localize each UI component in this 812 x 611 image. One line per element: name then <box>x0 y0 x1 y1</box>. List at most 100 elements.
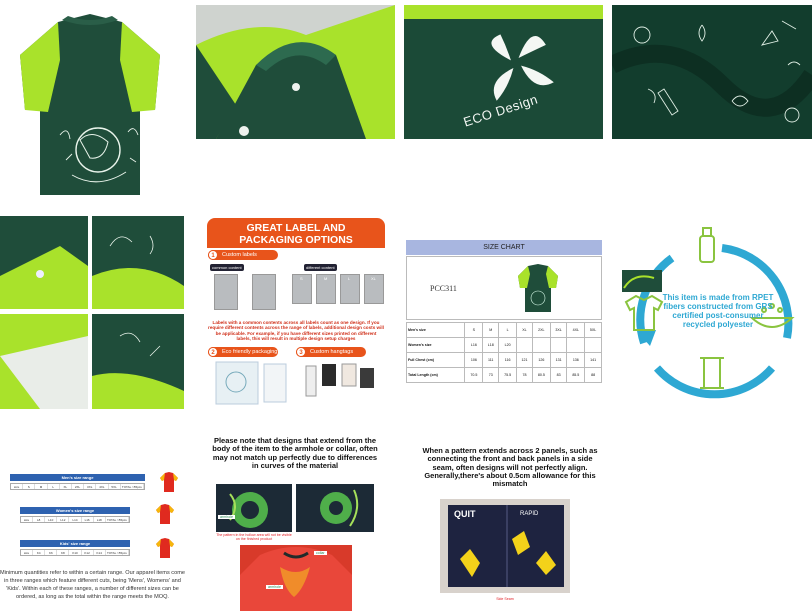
label-tag-common <box>214 274 238 310</box>
kids-range-title: Kids' size range <box>20 540 130 547</box>
women-range-row: size L8 L10 L12 L14 L16 L18 TOTAL >55pcs <box>20 516 130 523</box>
size-cell: TOTAL >55pcs <box>106 550 129 555</box>
table-cell <box>515 337 533 353</box>
table-cell: 106 <box>464 352 484 368</box>
size-cell: 4XL <box>96 484 109 489</box>
table-row: Men's size S M L XL 2XL 3XL 4XL 5XL <box>405 322 602 338</box>
table-cell: 73 <box>482 367 500 383</box>
table-cell: 70.5 <box>464 367 484 383</box>
table-cell: 4XL <box>566 322 586 338</box>
section-number: 3 <box>296 347 306 357</box>
table-cell: 121 <box>515 352 533 368</box>
table-cell: XL <box>515 322 533 338</box>
size-cell: L <box>48 484 60 489</box>
eco-logo-image[interactable]: ECO Design <box>404 5 603 139</box>
table-cell: 116 <box>498 352 517 368</box>
table-cell: 131 <box>549 352 568 368</box>
armhole-collar-note-panel[interactable]: Please note that designs that extend fro… <box>210 437 380 611</box>
size-chart-panel[interactable]: SIZE CHART PCC311 Men's size S M L XL 2X… <box>404 240 603 387</box>
table-cell: 126 <box>531 352 551 368</box>
section-label: Eco friendly packaging <box>222 349 278 355</box>
size-cell: L8 <box>33 517 46 522</box>
section-custom-labels: 1 Custom labels <box>208 250 278 260</box>
fabric-pattern-image[interactable] <box>612 5 812 139</box>
section-custom-hangtags: 3 Custom hangtags <box>296 347 366 357</box>
size-cell: TOTAL >55pcs <box>106 517 129 522</box>
common-content-caption: common content <box>210 264 244 271</box>
size-range-panel[interactable]: Men's size range size S M L XL 2XL 3XL 4… <box>0 470 185 605</box>
size-cell: S <box>23 484 36 489</box>
label-title-line1: GREAT LABEL AND <box>246 222 346 234</box>
fabric-doodle-illustration <box>612 5 812 139</box>
size-cell: K4 <box>33 550 46 555</box>
armhole-tag-2: armhole <box>266 585 283 589</box>
table-cell: M <box>482 322 500 338</box>
row-label: Total Length (cm) <box>405 367 466 383</box>
label-packaging-panel[interactable]: GREAT LABEL AND PACKAGING OPTIONS 1 Cust… <box>204 216 388 409</box>
minimum-quantity-note: Minimum quantities refer to within a cer… <box>0 570 185 600</box>
table-cell: 85.5 <box>566 367 586 383</box>
table-cell <box>566 337 586 353</box>
collar-tag: collar <box>314 551 327 555</box>
collar-closeup-image[interactable] <box>196 5 395 139</box>
size-cell: TOTAL >55pcs <box>121 484 145 489</box>
table-cell: 136 <box>566 352 586 368</box>
section-number: 1 <box>208 250 218 260</box>
size-cell: 2XL <box>72 484 85 489</box>
section-number: 2 <box>208 347 218 357</box>
table-cell: 83 <box>549 367 568 383</box>
table-cell: 80.5 <box>531 367 551 383</box>
size-cell: K10 <box>69 550 82 555</box>
kids-shirt-icon <box>156 538 174 558</box>
eco-recycle-panel[interactable]: This item is made from RPET fibers const… <box>612 218 812 408</box>
kids-range-row: size K4 K6 K8 K10 K12 K14 TOTAL >55pcs <box>20 549 130 556</box>
size-cell: K12 <box>82 550 94 555</box>
label-tag-common <box>252 274 276 310</box>
table-cell <box>549 337 568 353</box>
table-cell: 111 <box>482 352 500 368</box>
hollow-area-caption: The pattern in the hollow area will not … <box>216 533 292 541</box>
label-warning-text: Labels with a common contents across all… <box>208 320 384 342</box>
size-cell: 3XL <box>84 484 97 489</box>
shirt-back-image[interactable] <box>0 0 180 205</box>
packaging-bag-image <box>215 361 287 405</box>
table-cell <box>531 337 551 353</box>
men-shirt-icon <box>160 472 178 492</box>
table-cell: 88 <box>584 367 602 383</box>
row-label: Women's size <box>405 337 466 353</box>
table-cell: L <box>498 322 517 338</box>
eco-leaf-logo-icon <box>404 5 603 139</box>
spool-icon <box>700 357 724 389</box>
side-seam-note-panel[interactable]: When a pattern extends across 2 panels, … <box>420 447 600 607</box>
side-seam-note-title: When a pattern extends across 2 panels, … <box>422 447 598 489</box>
shirt-word-quit: QUIT <box>454 509 476 519</box>
table-cell: 3XL <box>549 322 568 338</box>
size-chart-shirt-image <box>518 264 558 312</box>
product-code: PCC311 <box>430 284 457 293</box>
table-cell: 141 <box>584 352 602 368</box>
tag-size-m: M <box>324 276 328 281</box>
armhole-photo <box>216 484 292 532</box>
table-row: Total Length (cm) 70.5 73 75.5 78 80.5 8… <box>405 367 602 383</box>
men-range-row: size S M L XL 2XL 3XL 4XL 5XL TOTAL >55p… <box>10 483 145 490</box>
bottle-icon <box>699 227 715 263</box>
tag-size-s: S <box>300 276 303 281</box>
size-chart-table: Men's size S M L XL 2XL 3XL 4XL 5XL Wome… <box>405 322 602 383</box>
size-cell: size <box>21 517 34 522</box>
size-cell: L12 <box>57 517 70 522</box>
section-label: Custom labels <box>222 252 257 258</box>
tag-size-xl: XL <box>371 276 376 281</box>
row-label: Full Chest (cm) <box>405 352 466 368</box>
size-cell: L14 <box>69 517 82 522</box>
eco-description: This item is made from RPET fibers const… <box>662 293 774 329</box>
detail-photos-illustration <box>0 216 184 409</box>
size-chart-title: SIZE CHART <box>406 240 602 255</box>
table-cell: S <box>464 322 484 338</box>
section-eco-packaging: 2 Eco friendly packaging <box>208 347 278 357</box>
different-content-caption: different content <box>304 264 337 271</box>
product-gallery: ECO Design GREAT LABEL AND PACKAGING OPT… <box>0 0 812 611</box>
size-cell: XL <box>60 484 72 489</box>
table-cell: 5XL <box>584 322 602 338</box>
armhole-tag: armhole <box>218 515 235 519</box>
armhole-detail-photo <box>296 484 374 532</box>
